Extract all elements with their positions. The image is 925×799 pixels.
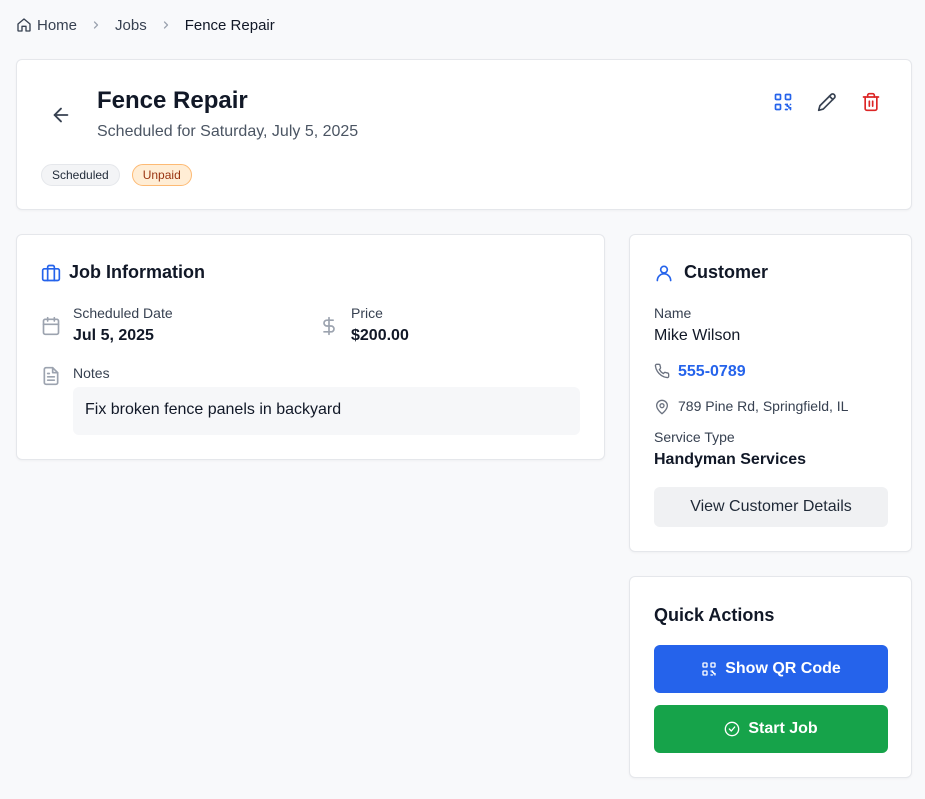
start-job-button[interactable]: Start Job (654, 705, 888, 753)
price-value: $200.00 (351, 327, 409, 344)
quick-actions-card: Quick Actions Show QR Code Start Job (629, 576, 912, 778)
job-schedule-subtitle: Scheduled for Saturday, July 5, 2025 (97, 123, 359, 140)
breadcrumb-jobs[interactable]: Jobs (115, 17, 147, 34)
home-icon (16, 17, 32, 33)
customer-name-label: Name (654, 305, 692, 321)
price-label: Price (351, 305, 383, 321)
notes-value: Fix broken fence panels in backyard (73, 387, 580, 435)
job-information-card: Job Information Scheduled Date Jul 5, 20… (16, 234, 605, 460)
breadcrumb: Home Jobs Fence Repair (16, 16, 275, 34)
customer-heading: Customer (654, 262, 768, 283)
phone-icon (654, 363, 670, 379)
service-type-value: Handyman Services (654, 451, 807, 468)
customer-name-value: Mike Wilson (654, 327, 741, 344)
customer-title: Customer (684, 262, 769, 282)
notes-label: Notes (73, 365, 110, 381)
breadcrumb-home-label: Home (37, 16, 78, 34)
pencil-icon[interactable] (817, 92, 837, 112)
briefcase-icon (41, 263, 61, 283)
payment-badge: Unpaid (131, 164, 192, 186)
service-type-label: Service Type (654, 429, 735, 445)
chevron-right-icon (160, 19, 172, 31)
customer-card: Customer Name Mike Wilson 555-0789 789 P… (629, 234, 912, 552)
qr-code-icon (701, 661, 717, 677)
view-customer-details-button[interactable]: View Customer Details (654, 487, 888, 527)
scheduled-date-value: Jul 5, 2025 (73, 327, 154, 344)
start-job-label: Start Job (748, 720, 818, 737)
show-qr-code-button[interactable]: Show QR Code (654, 645, 888, 693)
user-icon (654, 263, 674, 283)
job-badges: Scheduled Unpaid (41, 164, 192, 186)
status-badge: Scheduled (41, 164, 120, 186)
customer-address: 789 Pine Rd, Springfield, IL (678, 398, 849, 414)
page-title: Fence Repair (97, 87, 248, 114)
file-text-icon (41, 366, 61, 386)
map-pin-icon (654, 399, 670, 415)
breadcrumb-current: Fence Repair (184, 16, 275, 34)
calendar-icon (41, 316, 61, 336)
scheduled-date-label: Scheduled Date (73, 305, 173, 321)
breadcrumb-home[interactable]: Home (16, 17, 77, 34)
dollar-icon (319, 316, 339, 336)
chevron-right-icon (90, 19, 102, 31)
job-information-title: Job Information (69, 262, 205, 282)
arrow-left-icon[interactable] (50, 104, 72, 126)
customer-phone-link[interactable]: 555-0789 (678, 363, 746, 381)
trash-icon[interactable] (861, 92, 881, 112)
quick-actions-heading: Quick Actions (654, 605, 775, 625)
job-header-card: Fence Repair Scheduled for Saturday, Jul… (16, 59, 912, 210)
header-actions (773, 92, 881, 112)
job-information-heading: Job Information (41, 262, 205, 283)
qr-code-icon[interactable] (773, 92, 793, 112)
show-qr-code-label: Show QR Code (725, 660, 841, 677)
check-circle-icon (724, 721, 740, 737)
